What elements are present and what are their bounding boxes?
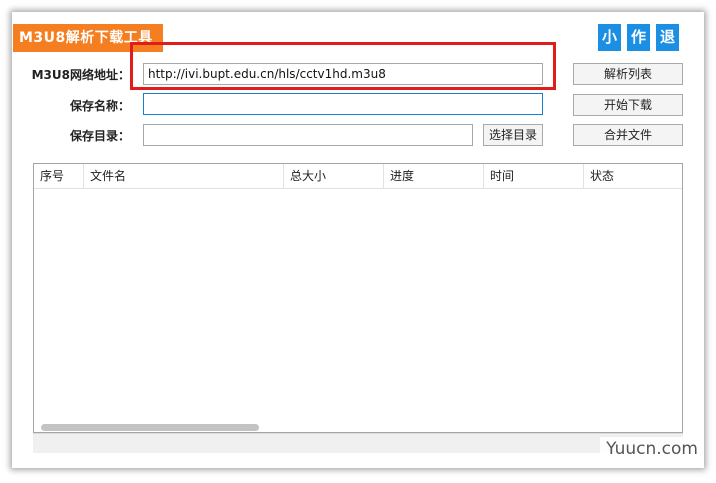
save-name-label: 保存名称： [69,99,130,113]
start-download-button[interactable]: 开始下载 [573,94,683,116]
column-header-time[interactable]: 时间 [484,164,584,188]
save-name-input[interactable] [143,93,543,115]
column-header-progress[interactable]: 进度 [384,164,484,188]
status-bar [33,433,683,453]
app-title: M3U8解析下载工具 [13,24,163,52]
file-list-table[interactable]: 序号 文件名 总大小 进度 时间 状态 [33,163,683,433]
author-button[interactable]: 作 [627,24,650,51]
minimize-button[interactable]: 小 [598,24,621,51]
column-header-status[interactable]: 状态 [584,164,682,188]
save-dir-label: 保存目录： [69,129,130,143]
merge-files-button[interactable]: 合并文件 [573,124,683,146]
exit-button[interactable]: 退 [656,24,679,51]
scrollbar-thumb[interactable] [41,424,259,431]
watermark: Yuucn.com [600,437,704,461]
url-label: M3U8网络地址： [31,68,130,82]
parse-list-button[interactable]: 解析列表 [573,63,683,85]
horizontal-scrollbar[interactable] [33,421,683,433]
url-input[interactable] [143,63,543,85]
column-header-index[interactable]: 序号 [34,164,84,188]
choose-dir-button[interactable]: 选择目录 [483,124,543,146]
column-header-filename[interactable]: 文件名 [84,164,284,188]
column-header-size[interactable]: 总大小 [284,164,384,188]
table-header: 序号 文件名 总大小 进度 时间 状态 [34,164,682,189]
save-dir-input[interactable] [143,124,473,146]
